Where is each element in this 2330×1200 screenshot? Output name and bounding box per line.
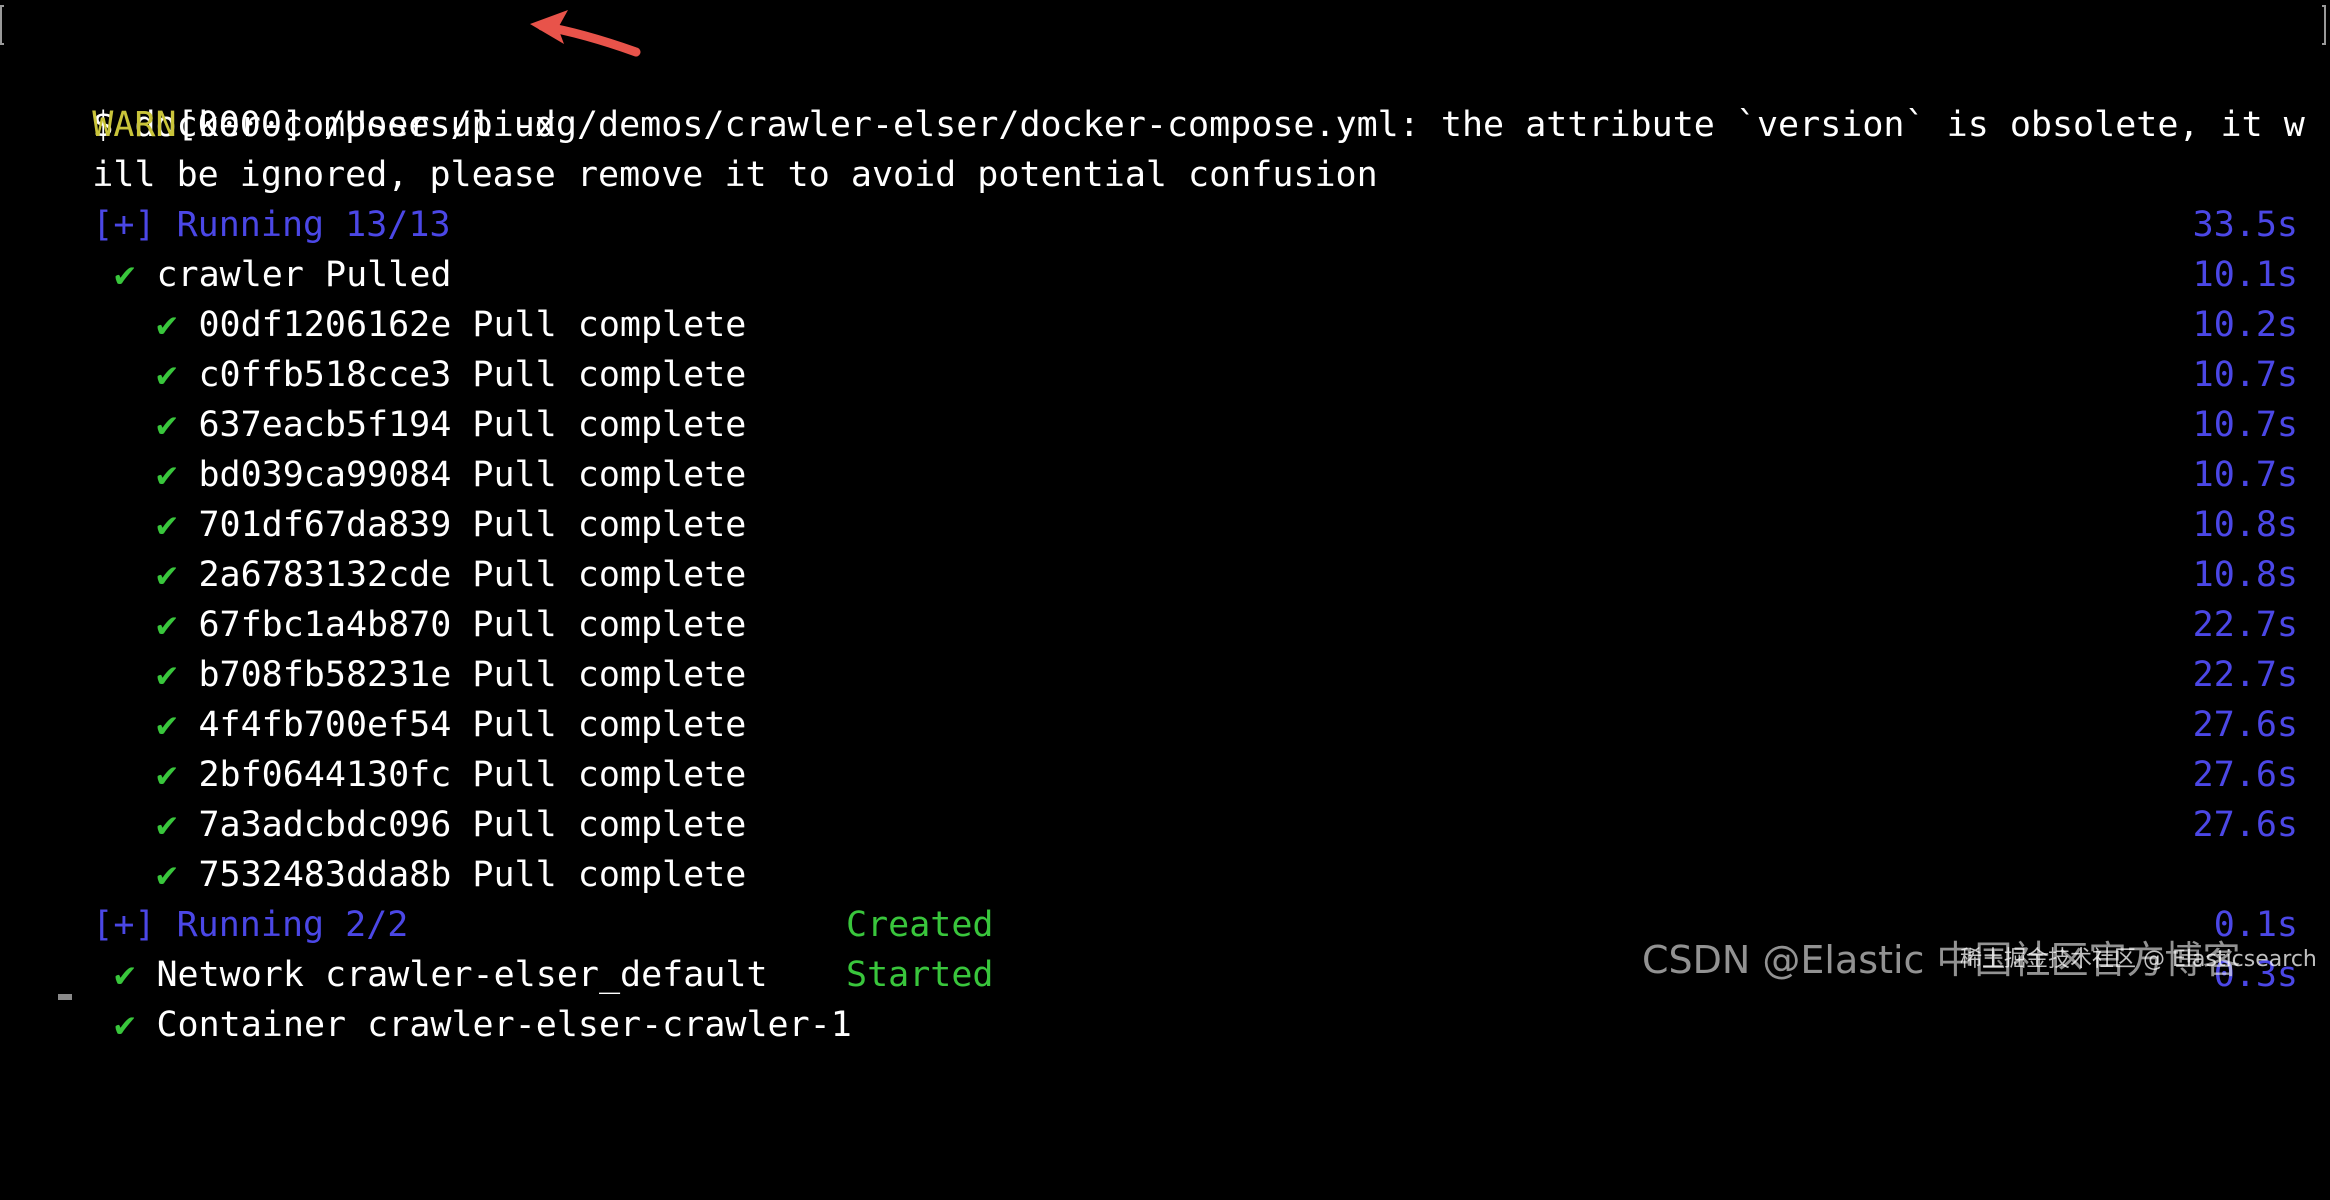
warn-line-1: WARN[0000] /Users/liuxg/demos/crawler-el…	[0, 50, 2330, 145]
terminal-window[interactable]: $ docker-compose up -d WARN[0000] /Users…	[0, 0, 2330, 1045]
selection-bracket-left	[0, 5, 4, 45]
check-icon: ✔	[114, 1005, 136, 1045]
pull-header-line: [+] Running 13/13	[0, 150, 2330, 245]
layer-duration: 10.7s	[2192, 405, 2298, 445]
layer-duration: 10.2s	[2192, 305, 2298, 345]
warn-line-2: ill be ignored, please remove it to avoi…	[0, 100, 2330, 195]
layer-duration: 27.6s	[2192, 755, 2298, 795]
network-status: Created	[846, 905, 994, 945]
prompt-line: $ docker-compose up -d	[0, 0, 2330, 145]
layer-line: ✔ 7532483dda8b Pull complete 27.6s	[0, 800, 2330, 895]
layer-line: ✔ 2a6783132cde Pull complete 10.8s	[0, 500, 2330, 595]
layer-line: ✔ 4f4fb700ef54 Pull complete 22.7s	[0, 650, 2330, 745]
layer-line: ✔ 7a3adcbdc096 Pull complete 27.6s	[0, 750, 2330, 845]
layer-line: ✔ c0ffb518cce3 Pull complete 10.2s	[0, 300, 2330, 395]
layer-line: ✔ 67fbc1a4b870 Pull complete 10.8s	[0, 550, 2330, 645]
layer-duration: 22.7s	[2192, 655, 2298, 695]
service-pull-duration: 33.5s	[2192, 205, 2298, 245]
service-pull-line: ✔ crawler Pulled 33.5s	[0, 200, 2330, 295]
layer-duration: 10.1s	[2192, 255, 2298, 295]
layer-line: ✔ 00df1206162e Pull complete 10.1s	[0, 250, 2330, 345]
layer-duration: 10.7s	[2192, 355, 2298, 395]
container-label: Container crawler-elser-crawler-1	[156, 1005, 852, 1045]
cursor-mark	[58, 994, 72, 1000]
selection-bracket-right	[2322, 5, 2326, 45]
layer-duration: 10.8s	[2192, 505, 2298, 545]
container-status: Started	[846, 955, 994, 995]
juejin-watermark: 稀土掘金技术社区 @ Elasticsearch	[1960, 947, 2317, 972]
layer-duration: 10.8s	[2192, 555, 2298, 595]
layer-line: ✔ b708fb58231e Pull complete 22.7s	[0, 600, 2330, 695]
layer-duration: 22.7s	[2192, 605, 2298, 645]
layer-line: ✔ 701df67da839 Pull complete 10.7s	[0, 450, 2330, 545]
layer-line: ✔ 637eacb5f194 Pull complete 10.7s	[0, 350, 2330, 445]
layer-line: ✔ bd039ca99084 Pull complete 10.7s	[0, 400, 2330, 495]
layer-line: ✔ 2bf0644130fc Pull complete 27.6s	[0, 700, 2330, 795]
layer-duration: 10.7s	[2192, 455, 2298, 495]
run-header-line: [+] Running 2/2	[0, 850, 2330, 945]
layer-duration: 27.6s	[2192, 805, 2298, 845]
layer-duration: 27.6s	[2192, 705, 2298, 745]
